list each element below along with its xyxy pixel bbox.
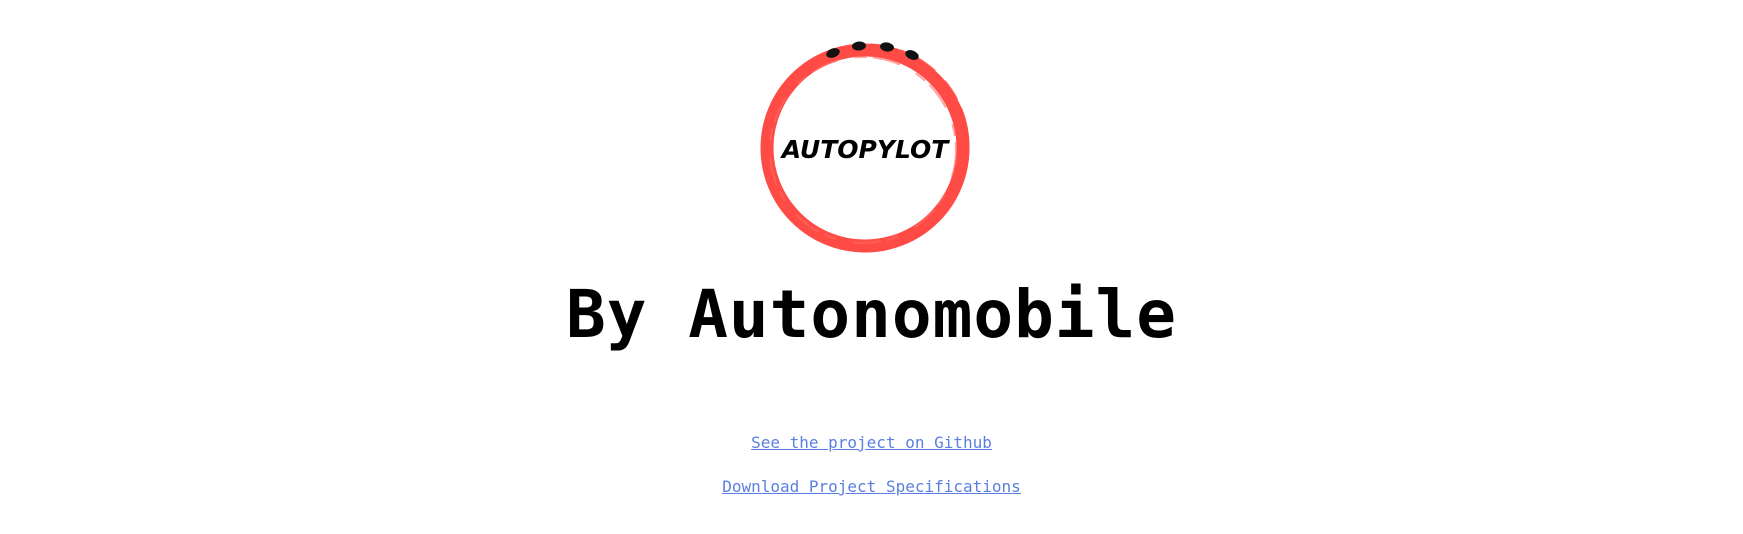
logo-ring-icon: AUTOPYLOT xyxy=(760,41,970,253)
autopylot-logo: AUTOPYLOT xyxy=(755,38,975,258)
page-title: By Autonomobile xyxy=(565,276,1178,353)
download-specifications-link[interactable]: Download Project Specifications xyxy=(722,477,1021,496)
github-link-row: See the project on Github xyxy=(0,435,1743,451)
page: AUTOPYLOT By Autonomobile See the projec… xyxy=(0,0,1743,534)
github-link[interactable]: See the project on Github xyxy=(751,433,992,452)
specs-link-row: Download Project Specifications xyxy=(0,479,1743,495)
logo-text: AUTOPYLOT xyxy=(780,135,951,164)
